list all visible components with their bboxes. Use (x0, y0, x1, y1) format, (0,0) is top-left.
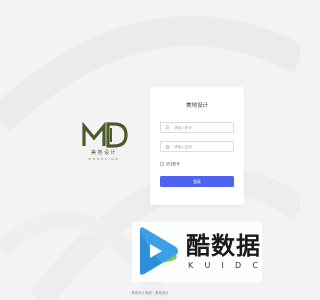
username-input[interactable] (174, 123, 233, 132)
watermark-letters: K U I D C (188, 261, 258, 270)
brand-logo: 美地设计 MODESIGN (79, 120, 129, 170)
watermark-letter: I (221, 261, 224, 270)
play-icon (140, 227, 178, 275)
footer-text: 美地设计系统 · 美地设计 (131, 291, 169, 295)
username-field[interactable] (160, 122, 234, 133)
password-input[interactable] (174, 142, 233, 151)
login-title: 美地设计 (185, 103, 208, 109)
remember-label: 记住账号 (165, 161, 180, 166)
remember-checkbox[interactable] (160, 162, 164, 166)
login-button[interactable]: 登录 (160, 176, 234, 187)
watermark-letter: U (204, 261, 211, 270)
logo-mark-icon (82, 121, 128, 148)
login-card: 美地设计 记住账号 登录 (150, 87, 244, 205)
watermark-letter: K (188, 261, 194, 270)
lock-icon (161, 142, 174, 151)
logo-name-cn: 美地设计 (90, 150, 117, 156)
password-field[interactable] (160, 141, 234, 152)
user-icon (161, 123, 174, 132)
watermark-letter: D (235, 261, 242, 270)
watermark-name-cn: 酷数据 (186, 232, 261, 260)
remember-account[interactable]: 记住账号 (160, 161, 180, 167)
logo-name-en: MODESIGN (88, 157, 120, 161)
watermark-letter: C (252, 261, 258, 270)
watermark: 酷数据 K U I D C (132, 222, 262, 282)
